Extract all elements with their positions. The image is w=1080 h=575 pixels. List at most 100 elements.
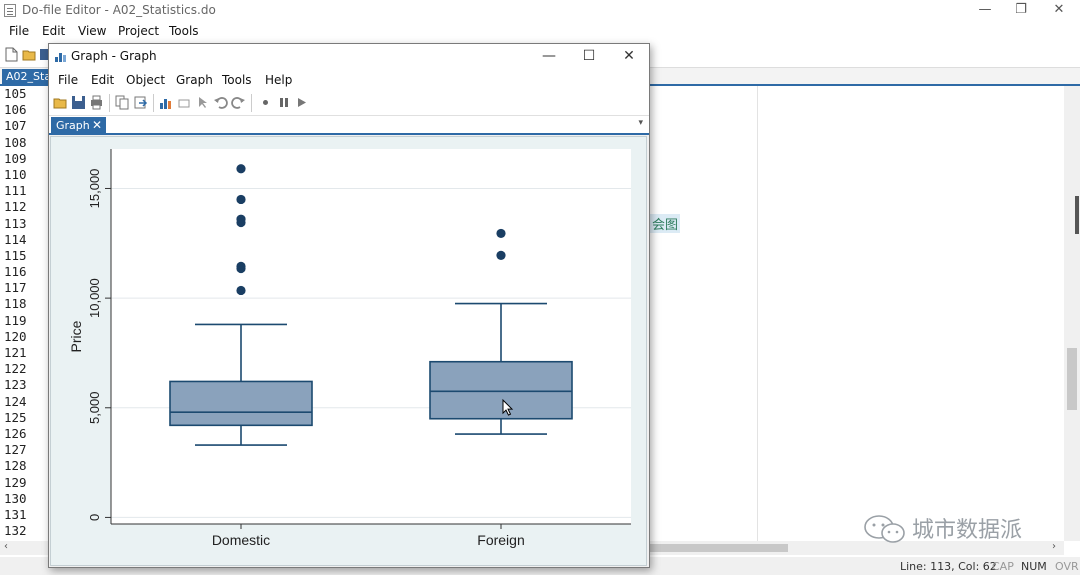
- toolbar-separator: [109, 94, 110, 112]
- pause-icon[interactable]: [276, 95, 291, 110]
- line-number: 117: [4, 280, 27, 296]
- editor-tab-file[interactable]: A02_Statistics.do: [2, 69, 54, 86]
- outlier-point: [236, 194, 246, 205]
- line-number-gutter: 105 106 107 108 109 110 111 112 113 114 115 116 117 1…: [0, 86, 44, 541]
- line-number: 118: [4, 296, 27, 312]
- graph-maximize-button[interactable]: ☐: [569, 44, 609, 70]
- graph-tab-label: Graph: [56, 119, 90, 132]
- y-axis-title: Price: [68, 320, 84, 352]
- y-tick-label: 10,000: [87, 278, 102, 318]
- new-file-icon[interactable]: [4, 47, 19, 62]
- editor-menu-project[interactable]: Project: [118, 24, 159, 38]
- code-margin-guide: [757, 86, 758, 541]
- outlier-point: [236, 285, 246, 296]
- graph-menu-edit[interactable]: Edit: [91, 73, 114, 87]
- editor-menu-file[interactable]: File: [9, 24, 29, 38]
- editor-titlebar: Do-file Editor - A02_Statistics.do — ❐ ✕: [0, 0, 1080, 22]
- redo-icon[interactable]: [231, 95, 246, 110]
- graph-tab[interactable]: Graph ✕: [51, 117, 106, 135]
- graph-titlebar: Graph - Graph — ☐ ✕: [49, 44, 649, 70]
- scroll-position-marker: [1075, 196, 1079, 234]
- line-number: 126: [4, 425, 27, 441]
- line-number: 129: [4, 474, 27, 490]
- editor-minimize-button[interactable]: —: [966, 0, 1004, 22]
- y-tick-label: 15,000: [87, 169, 102, 209]
- scroll-right-icon[interactable]: ›: [1052, 541, 1056, 552]
- save-graph-icon[interactable]: [71, 95, 86, 110]
- graph-editor-icon[interactable]: [159, 95, 174, 110]
- play-dropdown-icon[interactable]: [294, 95, 309, 110]
- line-number: 108: [4, 134, 27, 150]
- toolbar-separator: [153, 94, 154, 112]
- line-number: 121: [4, 345, 27, 360]
- code-text-fragment: 会图: [650, 214, 681, 233]
- num-lock-indicator: NUM: [1021, 560, 1047, 573]
- graph-window-title: Graph - Graph: [71, 49, 157, 63]
- graph-toolbar: [49, 90, 649, 116]
- open-graph-icon[interactable]: [53, 95, 68, 110]
- line-number: 112: [4, 199, 27, 215]
- record-icon[interactable]: [258, 95, 273, 110]
- graph-canvas: 0 5,000 10,000 15,000 Price Domestic Foreign: [50, 136, 647, 566]
- editor-menu-edit[interactable]: Edit: [42, 24, 65, 38]
- line-number: 113: [4, 215, 27, 231]
- graph-menu-file[interactable]: File: [58, 73, 78, 87]
- open-folder-icon[interactable]: [22, 47, 37, 62]
- pointer-tool-icon[interactable]: [195, 95, 210, 110]
- graph-menu-graph[interactable]: Graph: [176, 73, 213, 87]
- editor-title: Do-file Editor - A02_Statistics.do: [22, 3, 216, 17]
- graph-close-button[interactable]: ✕: [609, 44, 649, 70]
- undo-icon[interactable]: [213, 95, 228, 110]
- caps-lock-indicator: CAP: [992, 560, 1014, 573]
- editor-close-button[interactable]: ✕: [1040, 0, 1078, 22]
- line-number: 125: [4, 409, 27, 425]
- vertical-scroll-thumb[interactable]: [1067, 348, 1077, 410]
- graph-minimize-button[interactable]: —: [529, 44, 569, 70]
- copy-icon[interactable]: [115, 95, 130, 110]
- x-tick-label: Foreign: [477, 532, 524, 548]
- line-number: 111: [4, 183, 27, 199]
- rename-icon[interactable]: [177, 95, 192, 110]
- outlier-point: [236, 214, 246, 224]
- plot-area: [111, 149, 631, 524]
- editor-menu-view[interactable]: View: [78, 24, 106, 38]
- line-number: 122: [4, 361, 27, 377]
- graph-menu-tools[interactable]: Tools: [222, 73, 252, 87]
- line-number: 128: [4, 458, 27, 474]
- wechat-logo-icon: [864, 515, 905, 543]
- tab-list-dropdown-icon[interactable]: ▾: [638, 118, 643, 128]
- outlier-point: [236, 261, 246, 271]
- line-number: 110: [4, 166, 27, 182]
- watermark-text: 城市数据派: [912, 518, 1023, 543]
- outlier-point: [496, 250, 506, 260]
- editor-menu-tools[interactable]: Tools: [169, 24, 199, 38]
- document-icon: [4, 4, 16, 17]
- y-tick-label: 5,000: [87, 391, 102, 424]
- scroll-left-icon[interactable]: ‹: [4, 541, 8, 552]
- line-number: 105: [4, 86, 27, 101]
- editor-restore-button[interactable]: ❐: [1002, 0, 1040, 22]
- horizontal-scroll-thumb[interactable]: [650, 544, 788, 552]
- line-number: 130: [4, 490, 27, 506]
- graph-menu-help[interactable]: Help: [265, 73, 292, 87]
- outlier-point: [496, 228, 506, 239]
- y-tick-label: 0: [87, 514, 102, 521]
- line-number: 120: [4, 328, 27, 344]
- graph-menu-object[interactable]: Object: [126, 73, 165, 87]
- graph-app-icon: [55, 53, 66, 62]
- graph-tabstrip: Graph ✕ ▾: [49, 116, 649, 135]
- line-number: 115: [4, 247, 27, 263]
- line-number: 119: [4, 312, 27, 328]
- close-tab-icon[interactable]: ✕: [92, 118, 102, 132]
- graph-menubar: File Edit Object Graph Tools Help: [49, 70, 649, 90]
- editor-vertical-scrollbar[interactable]: [1064, 86, 1080, 541]
- outlier-point: [236, 164, 246, 174]
- box-plot-chart: 0 5,000 10,000 15,000 Price Domestic Foreign: [68, 149, 631, 548]
- line-number: 107: [4, 118, 27, 134]
- x-tick-label: Domestic: [212, 532, 270, 548]
- export-icon[interactable]: [133, 95, 148, 110]
- toolbar-separator: [251, 94, 252, 112]
- line-number: 114: [4, 231, 27, 247]
- print-icon[interactable]: [89, 95, 104, 110]
- line-number: 131: [4, 506, 27, 522]
